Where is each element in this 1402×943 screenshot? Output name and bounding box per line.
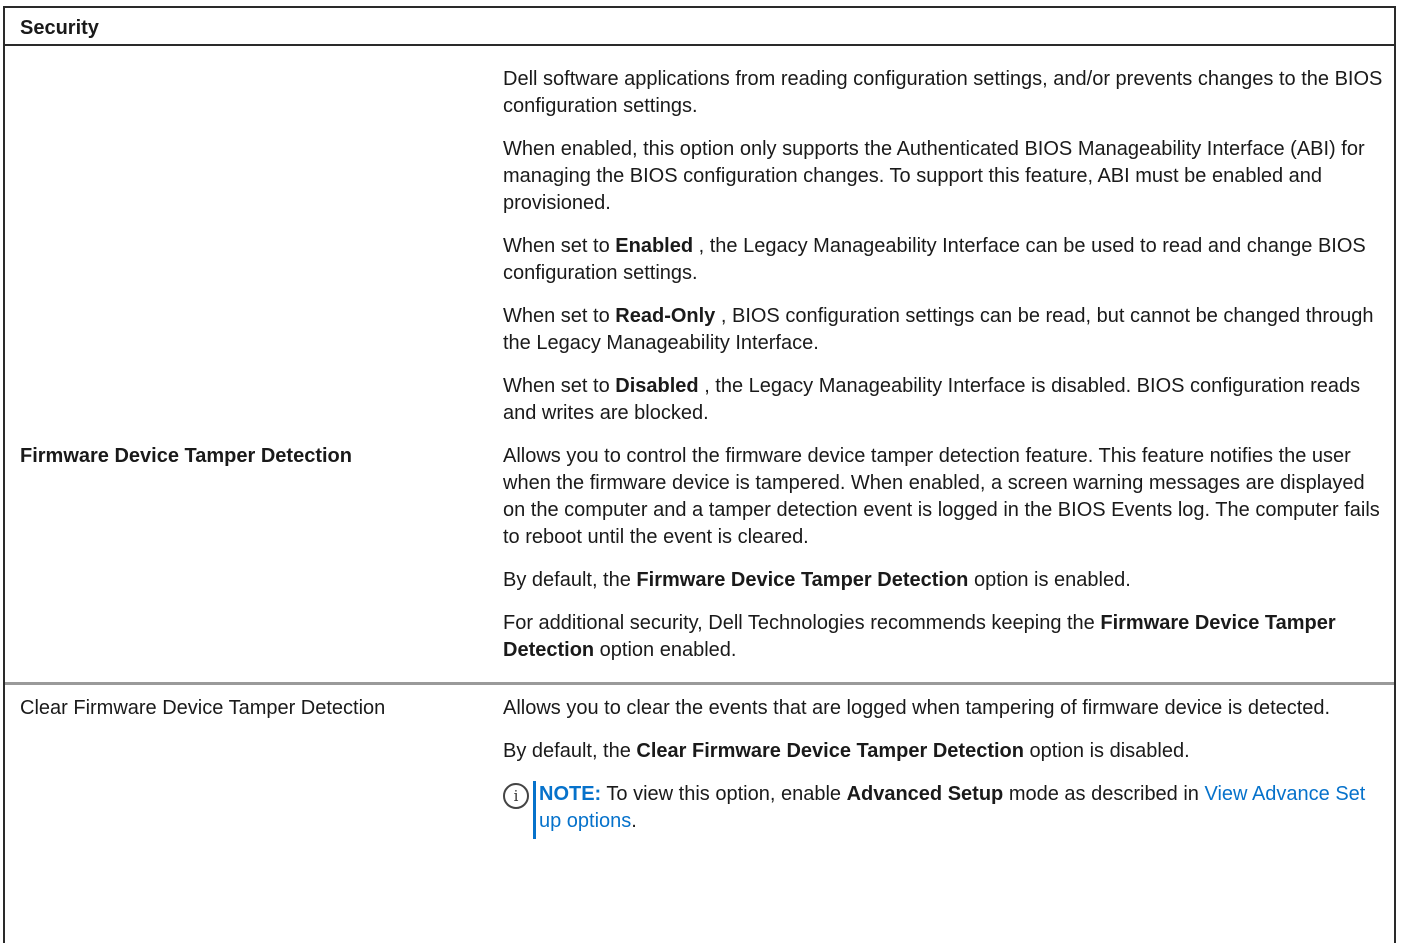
- description-paragraph: When set to Read-Only , BIOS configurati…: [503, 305, 1374, 354]
- table-row: Clear Firmware Device Tamper Detection A…: [5, 682, 1394, 839]
- setting-name: Advanced Setup: [846, 783, 1004, 805]
- description-paragraph: Allows you to clear the events that are …: [503, 697, 1331, 719]
- row-label: Firmware Device Tamper Detection: [20, 445, 352, 467]
- description-paragraph: Dell software applications from reading …: [503, 68, 1383, 117]
- note-text: NOTE: To view this option, enable Advanc…: [539, 783, 1366, 832]
- description-paragraph: When enabled, this option only supports …: [503, 138, 1365, 214]
- description-paragraph: For additional security, Dell Technologi…: [503, 612, 1336, 661]
- row-label: Clear Firmware Device Tamper Detection: [20, 697, 386, 719]
- note-callout: i NOTE: To view this option, enable Adva…: [503, 781, 1383, 839]
- note-accent-bar: [533, 781, 536, 839]
- table-row: Firmware Device Tamper Detection Allows …: [5, 427, 1394, 682]
- setting-name: Clear Firmware Device Tamper Detection: [636, 740, 1024, 762]
- security-table: Security Dell software applications from…: [3, 6, 1396, 943]
- info-icon: i: [503, 783, 529, 809]
- option-value-enabled: Enabled: [615, 235, 694, 257]
- description-paragraph: Allows you to control the firmware devic…: [503, 445, 1380, 548]
- setting-name: Firmware Device Tamper Detection: [636, 569, 969, 591]
- option-value-disabled: Disabled: [615, 375, 699, 397]
- row-label: [5, 66, 503, 427]
- note-title: NOTE:: [539, 783, 602, 805]
- row-description: Allows you to clear the events that are …: [503, 695, 1383, 839]
- row-description: Allows you to control the firmware devic…: [503, 443, 1383, 664]
- row-description: Dell software applications from reading …: [503, 66, 1383, 427]
- table-header: Security: [5, 8, 1394, 46]
- description-paragraph: By default, the Clear Firmware Device Ta…: [503, 740, 1190, 762]
- option-value-read-only: Read-Only: [615, 305, 716, 327]
- description-paragraph: By default, the Firmware Device Tamper D…: [503, 569, 1131, 591]
- description-paragraph: When set to Enabled , the Legacy Managea…: [503, 235, 1366, 284]
- table-row: Dell software applications from reading …: [5, 46, 1394, 427]
- description-paragraph: When set to Disabled , the Legacy Manage…: [503, 375, 1361, 424]
